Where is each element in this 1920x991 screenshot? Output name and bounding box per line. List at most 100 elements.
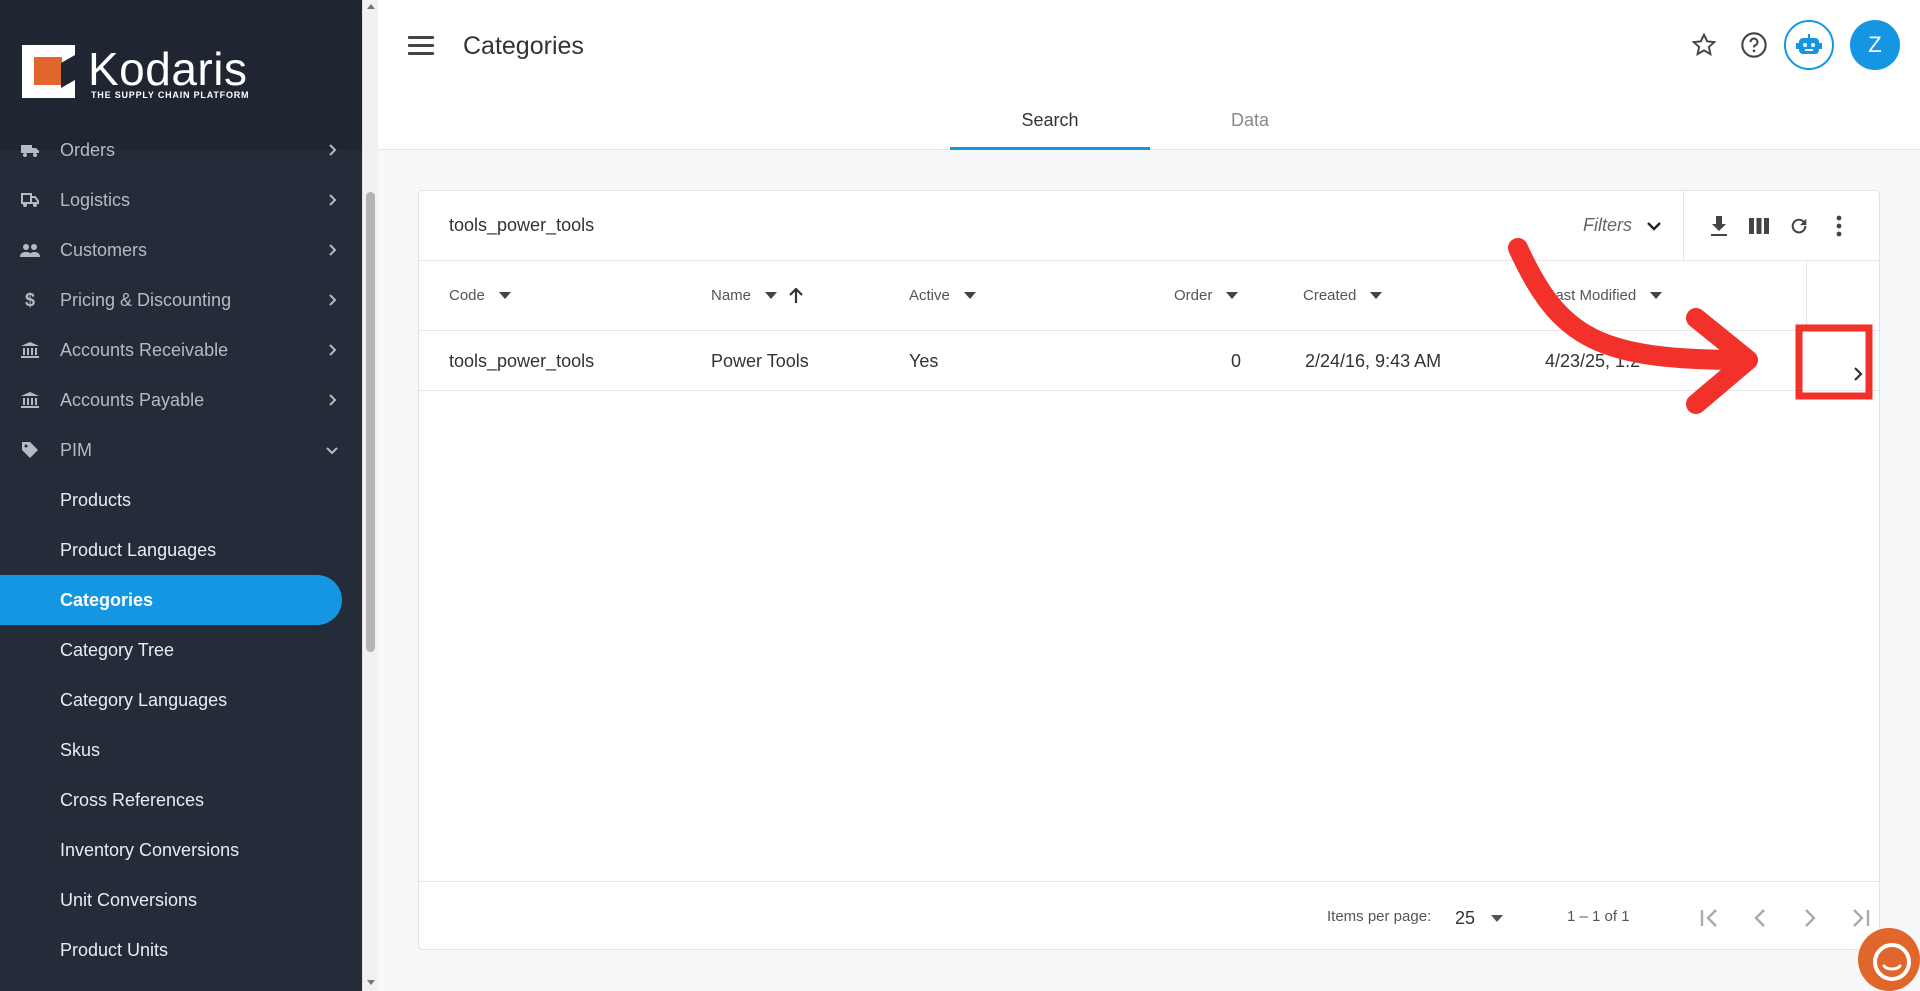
column-label: Last Modified	[1547, 287, 1637, 304]
brand-tagline: THE SUPPLY CHAIN PLATFORM	[91, 90, 250, 100]
sidebar-item-category-tree[interactable]: Category Tree	[0, 625, 362, 675]
filters-button[interactable]: Filters	[1583, 215, 1662, 236]
column-header-active[interactable]: Active	[909, 287, 976, 304]
scroll-down-icon[interactable]	[367, 980, 375, 985]
sort-menu-icon[interactable]	[498, 292, 511, 299]
bank-icon	[20, 340, 40, 360]
column-header-code[interactable]: Code	[449, 287, 511, 304]
table-tools	[1699, 213, 1859, 239]
search-input[interactable]: tools_power_tools	[449, 215, 594, 236]
cell-created: 2/24/16, 9:43 AM	[1305, 351, 1442, 371]
sidebar-item-customers[interactable]: Customers	[0, 225, 362, 275]
more-vert-icon[interactable]	[1819, 213, 1859, 239]
avatar[interactable]: Z	[1850, 20, 1900, 70]
sidebar-item-label: Orders	[60, 139, 116, 160]
assistant-bot-icon[interactable]	[1784, 20, 1834, 70]
divider	[1683, 191, 1684, 261]
sidebar-item-label: Pricing & Discounting	[60, 289, 232, 310]
hamburger-menu-icon[interactable]	[408, 36, 434, 58]
chevron-down-icon	[1647, 221, 1661, 231]
chat-widget-icon[interactable]	[1858, 928, 1920, 991]
cell-order: 0	[1231, 351, 1242, 371]
next-page-icon[interactable]	[1785, 900, 1835, 936]
results-card: tools_power_tools Filters Code Name Acti…	[418, 190, 1880, 950]
table-row[interactable]: tools_power_tools Power Tools Yes 0 2/24…	[419, 331, 1879, 391]
sidebar-item-pim[interactable]: PIM	[0, 425, 362, 475]
sidebar-item-accounts-receivable[interactable]: Accounts Receivable	[0, 325, 362, 375]
arrow-up-icon[interactable]	[789, 287, 803, 304]
refresh-icon[interactable]	[1779, 213, 1819, 239]
items-per-page-label: Items per page:	[1327, 908, 1432, 925]
first-page-icon[interactable]	[1685, 900, 1735, 936]
sidebar-item-logistics[interactable]: Logistics	[0, 175, 362, 225]
open-row-button[interactable]	[1821, 337, 1895, 411]
tab-data[interactable]: Data	[1150, 96, 1350, 150]
sidebar-item-label: PIM	[60, 439, 93, 460]
tab-search[interactable]: Search	[950, 96, 1150, 150]
sort-menu-icon[interactable]	[765, 292, 778, 299]
pager-buttons	[1685, 900, 1885, 936]
sidebar-item-label: Logistics	[60, 189, 131, 210]
header-actions: Z	[1674, 20, 1900, 70]
sort-menu-icon[interactable]	[963, 292, 976, 299]
sidebar-item-inventory-conversions[interactable]: Inventory Conversions	[0, 825, 362, 875]
truck-icon	[20, 140, 40, 160]
tag-icon	[20, 440, 40, 460]
table-header: Code Name Active Order Created Last Modi…	[419, 261, 1879, 331]
divider	[1806, 261, 1807, 331]
column-label: Active	[909, 287, 950, 304]
chevron-right-icon	[329, 144, 337, 156]
sort-menu-icon[interactable]	[1650, 292, 1663, 299]
chevron-right-icon	[329, 394, 337, 406]
columns-icon[interactable]	[1739, 213, 1779, 239]
cell-last-modified: 4/23/25, 1:2	[1545, 351, 1641, 371]
sidebar-item-product-units[interactable]: Product Units	[0, 925, 362, 975]
chevron-down-icon	[326, 447, 338, 455]
sidebar-item-accounts-payable[interactable]: Accounts Payable	[0, 375, 362, 425]
tab-bar: Search Data	[950, 96, 1350, 150]
column-header-order[interactable]: Order	[1174, 287, 1239, 304]
chevron-right-icon	[329, 244, 337, 256]
sidebar-item-pricing[interactable]: $ Pricing & Discounting	[0, 275, 362, 325]
sidebar-item-skus[interactable]: Skus	[0, 725, 362, 775]
sidebar-item-product-languages[interactable]: Product Languages	[0, 525, 362, 575]
scroll-up-icon[interactable]	[367, 4, 375, 9]
sidebar-item-products[interactable]: Products	[0, 475, 362, 525]
cell-code: tools_power_tools	[449, 351, 595, 371]
prev-page-icon[interactable]	[1735, 900, 1785, 936]
header: Categories Z Search Data	[378, 0, 1920, 150]
sidebar-item-categories[interactable]: Categories	[0, 575, 342, 625]
filters-label: Filters	[1583, 215, 1632, 235]
dollar-icon: $	[24, 289, 35, 310]
cell-active: Yes	[909, 351, 939, 371]
column-header-last-modified[interactable]: Last Modified	[1547, 287, 1663, 304]
kodaris-logo-icon	[22, 45, 75, 98]
sort-menu-icon[interactable]	[1370, 292, 1383, 299]
sidebar-nav: Orders Logistics Customers $ Pricing & D…	[0, 140, 362, 975]
sidebar-scrollbar[interactable]	[362, 0, 378, 991]
help-icon[interactable]	[1734, 25, 1774, 65]
star-icon[interactable]	[1684, 25, 1724, 65]
sidebar-item-cross-references[interactable]: Cross References	[0, 775, 362, 825]
sort-menu-icon[interactable]	[1226, 292, 1239, 299]
brand-name: Kodaris	[88, 43, 248, 95]
items-per-page-select[interactable]: 25	[1455, 908, 1504, 929]
bank-icon	[20, 390, 40, 410]
dropdown-caret-icon	[1491, 915, 1504, 922]
chevron-right-icon	[329, 194, 337, 206]
shipping-icon	[20, 190, 40, 210]
download-icon[interactable]	[1699, 213, 1739, 239]
paginator: Items per page: 25 1 – 1 of 1	[419, 881, 1879, 951]
column-label: Code	[449, 287, 485, 304]
chevron-right-icon	[1854, 367, 1863, 381]
scrollbar-thumb[interactable]	[366, 192, 375, 652]
sidebar-item-category-languages[interactable]: Category Languages	[0, 675, 362, 725]
sidebar-item-orders[interactable]: Orders	[0, 125, 362, 175]
column-header-created[interactable]: Created	[1303, 287, 1383, 304]
sidebar-item-label: Accounts Receivable	[60, 339, 229, 360]
column-header-name[interactable]: Name	[711, 287, 803, 304]
sidebar: Kodaris THE SUPPLY CHAIN PLATFORM Orders…	[0, 0, 362, 991]
sidebar-item-unit-conversions[interactable]: Unit Conversions	[0, 875, 362, 925]
column-label: Created	[1303, 287, 1357, 304]
chevron-right-icon	[329, 294, 337, 306]
